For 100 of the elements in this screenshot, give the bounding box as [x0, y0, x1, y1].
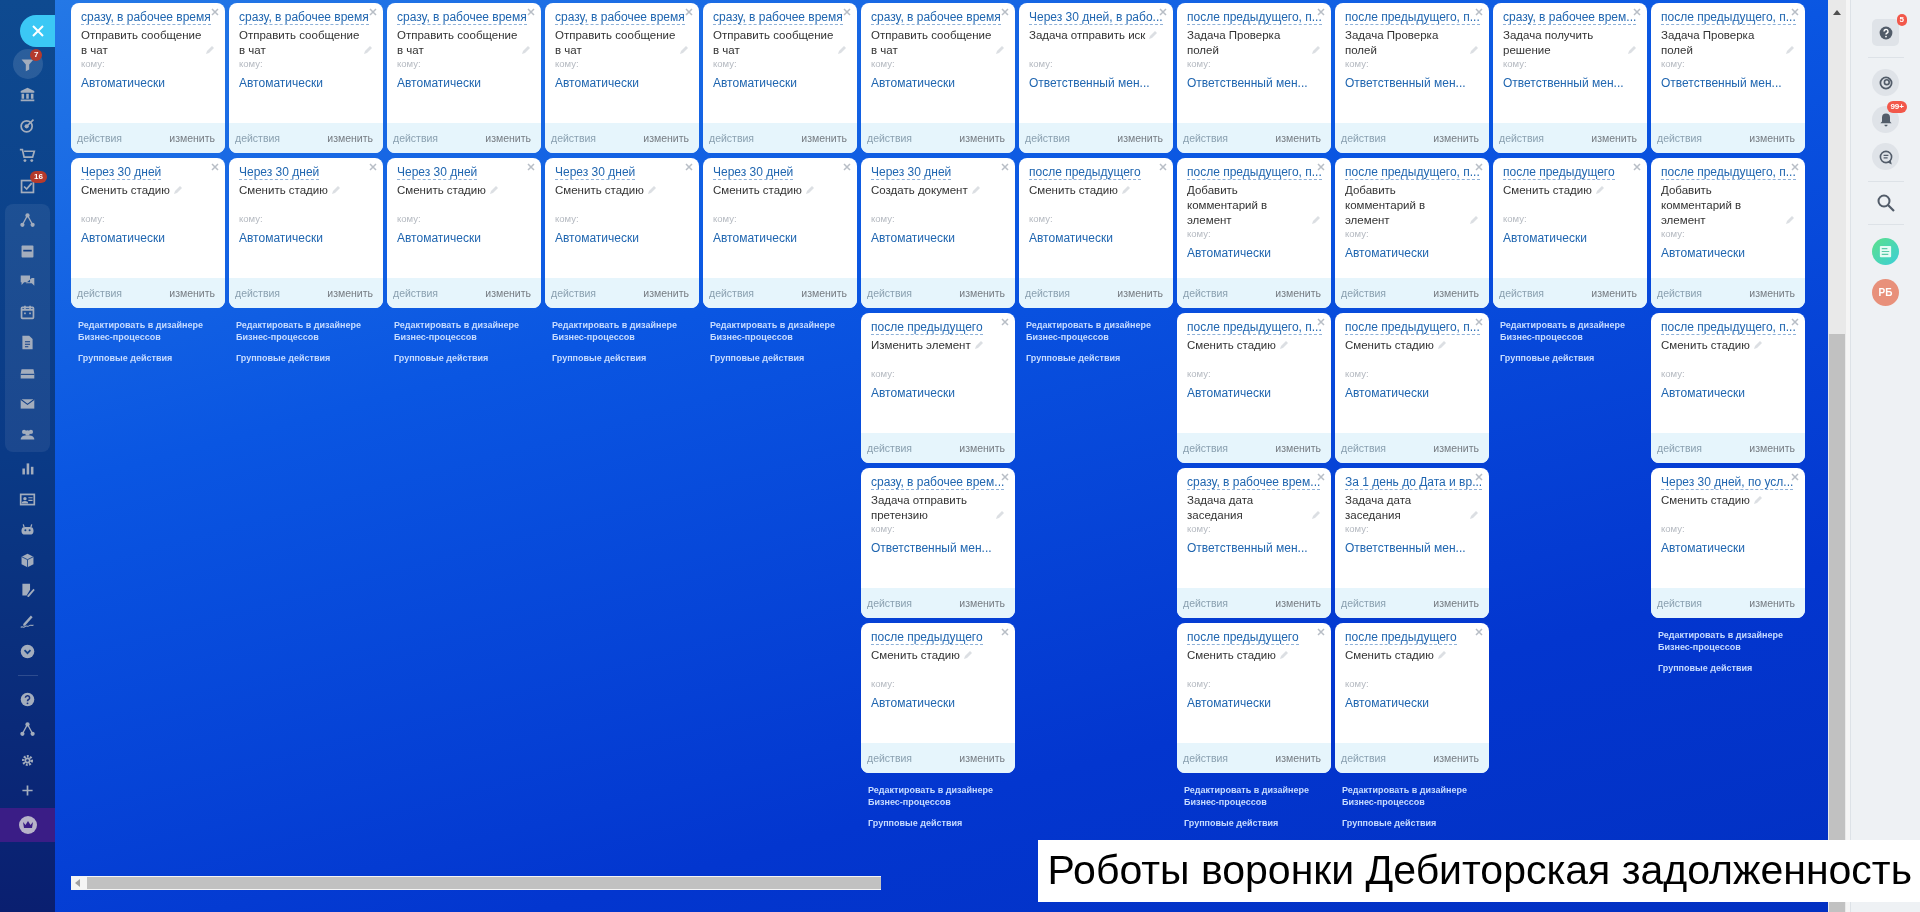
edit-link[interactable]: изменить	[485, 132, 531, 144]
designer-link[interactable]: Редактировать в дизайнере Бизнес-процессов	[236, 319, 376, 343]
trigger-link[interactable]: Через 30 дней	[81, 165, 162, 180]
recipient-link[interactable]: Автоматически	[397, 231, 531, 245]
pencil-icon[interactable]	[1752, 495, 1763, 505]
actions-link[interactable]: действия	[1183, 752, 1229, 764]
pencil-icon[interactable]	[837, 45, 847, 55]
recipient-link[interactable]: Автоматически	[1187, 696, 1321, 710]
close-icon[interactable]	[1475, 318, 1483, 326]
close-icon[interactable]	[527, 163, 535, 171]
pencil-icon[interactable]	[363, 45, 373, 55]
actions-link[interactable]: действия	[393, 132, 439, 144]
recipient-link[interactable]: Ответственный мен...	[1345, 541, 1479, 555]
close-icon[interactable]	[1001, 628, 1009, 636]
group-actions-link[interactable]: Групповые действия	[868, 817, 1008, 829]
recipient-link[interactable]: Автоматически	[871, 231, 1005, 245]
edit-link[interactable]: изменить	[169, 287, 215, 299]
trigger-link[interactable]: Через 30 дней, в рабо...	[1029, 10, 1163, 25]
trigger-link[interactable]: Через 30 дней, по усл...	[1661, 475, 1794, 490]
help-button[interactable]	[1872, 19, 1899, 46]
actions-link[interactable]: действия	[1499, 132, 1545, 144]
designer-link[interactable]: Редактировать в дизайнере Бизнес-процессов	[868, 784, 1008, 808]
actions-link[interactable]: действия	[867, 287, 913, 299]
actions-link[interactable]: действия	[1183, 442, 1229, 454]
actions-link[interactable]: действия	[235, 287, 281, 299]
trigger-link[interactable]: Через 30 дней	[239, 165, 320, 180]
close-icon[interactable]	[1633, 8, 1641, 16]
edit-link[interactable]: изменить	[1117, 287, 1163, 299]
trigger-link[interactable]: после предыдущего, п...	[1187, 10, 1322, 25]
group-actions-link[interactable]: Групповые действия	[394, 352, 534, 364]
trigger-link[interactable]: сразу, в рабочее время	[555, 10, 685, 25]
designer-link[interactable]: Редактировать в дизайнере Бизнес-процессов	[1500, 319, 1640, 343]
recipient-link[interactable]: Автоматически	[1187, 246, 1321, 260]
close-icon[interactable]	[1317, 318, 1325, 326]
close-icon[interactable]	[527, 8, 535, 16]
actions-link[interactable]: действия	[709, 132, 755, 144]
close-icon[interactable]	[369, 8, 377, 16]
help-icon[interactable]	[19, 690, 36, 708]
trigger-link[interactable]: после предыдущего, п...	[1661, 320, 1796, 335]
edit-link[interactable]: изменить	[1117, 132, 1163, 144]
close-icon[interactable]	[1317, 473, 1325, 481]
close-icon[interactable]	[369, 163, 377, 171]
recipient-link[interactable]: Автоматически	[1345, 386, 1479, 400]
pencil-icon[interactable]	[646, 185, 657, 195]
edit-link[interactable]: изменить	[1749, 132, 1795, 144]
calendar-icon[interactable]	[19, 303, 36, 321]
designer-link[interactable]: Редактировать в дизайнере Бизнес-процессов	[394, 319, 534, 343]
recipient-link[interactable]: Ответственный мен...	[871, 541, 1005, 555]
trigger-link[interactable]: сразу, в рабочее время	[397, 10, 527, 25]
edit-link[interactable]: изменить	[1749, 287, 1795, 299]
pencil-icon[interactable]	[488, 185, 499, 195]
group-actions-link[interactable]: Групповые действия	[78, 352, 218, 364]
recipient-link[interactable]: Ответственный мен...	[1503, 76, 1637, 90]
edit-link[interactable]: изменить	[485, 287, 531, 299]
pencil-icon[interactable]	[1594, 185, 1605, 195]
actions-link[interactable]: действия	[1499, 287, 1545, 299]
recipient-link[interactable]: Автоматически	[1661, 386, 1795, 400]
designer-link[interactable]: Редактировать в дизайнере Бизнес-процессов	[78, 319, 218, 343]
actions-link[interactable]: действия	[867, 752, 913, 764]
trigger-link[interactable]: сразу, в рабочее врем...	[1187, 475, 1321, 490]
edit-link[interactable]: изменить	[1591, 132, 1637, 144]
trigger-link[interactable]: сразу, в рабочее время	[239, 10, 369, 25]
close-icon[interactable]	[685, 163, 693, 171]
pencil-icon[interactable]	[1120, 185, 1131, 195]
chevron-down-icon[interactable]	[19, 643, 36, 661]
pencil-icon[interactable]	[1148, 30, 1159, 40]
actions-link[interactable]: действия	[551, 132, 597, 144]
group-actions-link[interactable]: Групповые действия	[710, 352, 850, 364]
edit-link[interactable]: изменить	[1591, 287, 1637, 299]
pencil-icon[interactable]	[962, 650, 973, 660]
recipient-link[interactable]: Автоматически	[1345, 246, 1479, 260]
trigger-link[interactable]: За 1 день до Дата и вр...	[1345, 475, 1483, 490]
close-icon[interactable]	[1475, 628, 1483, 636]
close-icon[interactable]	[1001, 473, 1009, 481]
close-icon[interactable]	[1791, 318, 1799, 326]
close-icon[interactable]	[1317, 163, 1325, 171]
target-icon[interactable]	[19, 116, 36, 134]
actions-link[interactable]: действия	[867, 132, 913, 144]
trigger-link[interactable]: после предыдущего, п...	[1345, 320, 1480, 335]
edit-link[interactable]: изменить	[959, 287, 1005, 299]
trigger-link[interactable]: после предыдущего, п...	[1187, 165, 1322, 180]
trigger-link[interactable]: после предыдущего, п...	[1345, 10, 1480, 25]
designer-link[interactable]: Редактировать в дизайнере Бизнес-процессов	[1184, 784, 1324, 808]
actions-link[interactable]: действия	[1341, 287, 1387, 299]
trigger-link[interactable]: сразу, в рабочее время	[871, 10, 1001, 25]
chat-button[interactable]	[1872, 143, 1899, 170]
edit-link[interactable]: изменить	[959, 752, 1005, 764]
edit-link[interactable]: изменить	[1433, 442, 1479, 454]
group-actions-link[interactable]: Групповые действия	[1184, 817, 1324, 829]
edit-link[interactable]: изменить	[1275, 132, 1321, 144]
checkbox-icon[interactable]	[19, 177, 36, 195]
trigger-link[interactable]: сразу, в рабочее время	[713, 10, 843, 25]
designer-link[interactable]: Редактировать в дизайнере Бизнес-процессов	[1026, 319, 1166, 343]
pencil-icon[interactable]	[1627, 45, 1637, 55]
cube-icon[interactable]	[19, 551, 36, 569]
close-icon[interactable]	[1791, 473, 1799, 481]
edit-link[interactable]: изменить	[801, 287, 847, 299]
actions-link[interactable]: действия	[1183, 287, 1229, 299]
actions-link[interactable]: действия	[393, 287, 439, 299]
actions-link[interactable]: действия	[77, 287, 123, 299]
